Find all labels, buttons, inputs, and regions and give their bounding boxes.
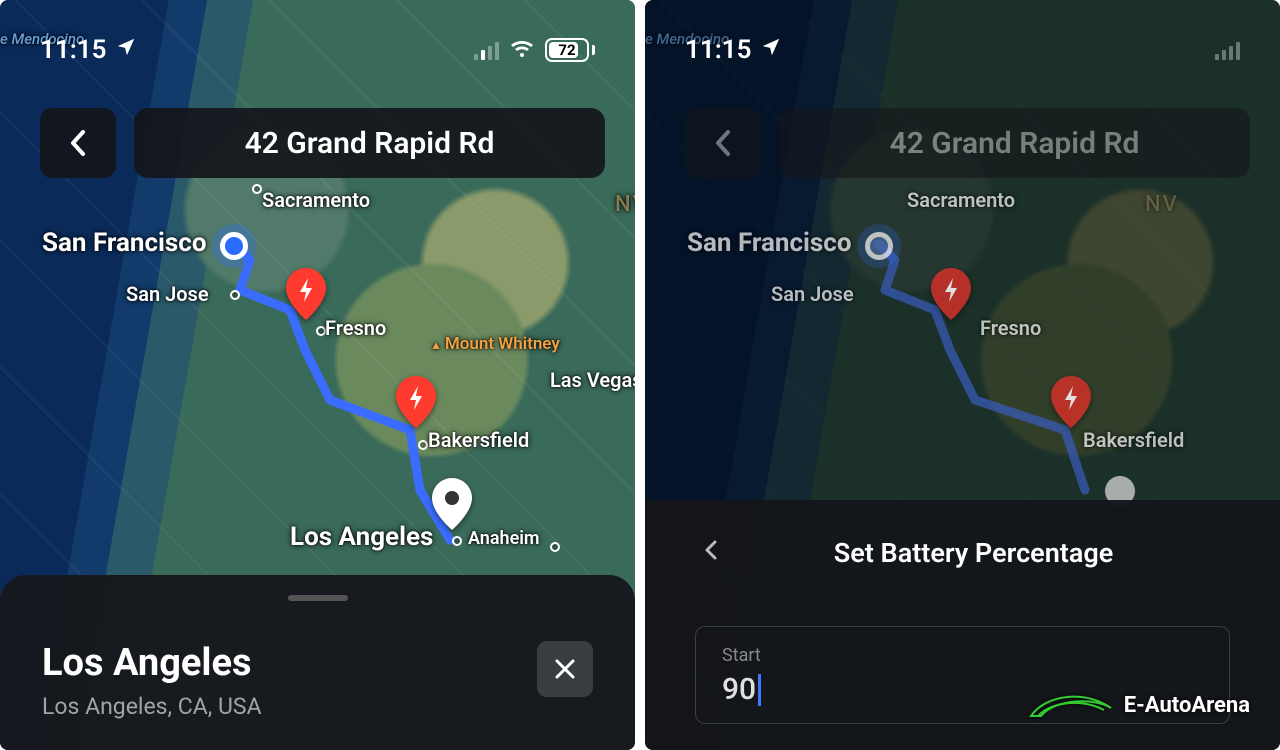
status-time: 11:15 <box>40 35 107 65</box>
back-button[interactable] <box>685 108 761 178</box>
phone-screenshot-right: e Mendocino San Francisco San Jose Sacra… <box>645 0 1280 750</box>
label-las-vegas: Las Vegas <box>550 368 635 392</box>
label-san-jose: San Jose <box>771 282 854 306</box>
destination-pin-icon[interactable] <box>432 478 472 530</box>
battery-indicator: 72 <box>545 38 595 62</box>
label-state-nv: NV <box>615 192 635 217</box>
address-display[interactable]: 42 Grand Rapid Rd <box>779 108 1250 178</box>
status-bar: 11:15 <box>645 28 1280 72</box>
current-location-dot[interactable] <box>865 232 893 260</box>
destination-subtitle: Los Angeles, CA, USA <box>42 693 262 720</box>
city-dot <box>252 184 262 194</box>
label-san-francisco: San Francisco <box>687 228 852 258</box>
text-cursor <box>758 674 761 706</box>
label-state-nv: NV <box>1145 192 1179 217</box>
label-bakersfield: Bakersfield <box>1083 428 1184 452</box>
start-battery-label: Start <box>722 645 1203 666</box>
panel-title: Set Battery Percentage <box>757 537 1190 569</box>
charger-pin-icon[interactable] <box>931 268 971 320</box>
start-battery-value: 90 <box>722 672 756 707</box>
city-dot <box>550 542 560 552</box>
destination-title: Los Angeles <box>42 641 262 685</box>
label-san-francisco: San Francisco <box>42 228 207 258</box>
watermark-logo: E-AutoArena <box>1026 688 1250 722</box>
back-button[interactable] <box>40 108 116 178</box>
location-services-icon <box>760 35 782 65</box>
status-bar: 11:15 72 <box>0 28 635 72</box>
charger-pin-icon[interactable] <box>396 376 436 428</box>
close-button[interactable] <box>537 641 593 697</box>
charger-pin-icon[interactable] <box>286 268 326 320</box>
label-sacramento: Sacramento <box>907 188 1015 212</box>
label-anaheim: Anaheim <box>468 528 540 549</box>
status-time: 11:15 <box>685 35 752 65</box>
location-services-icon <box>115 35 137 65</box>
city-dot <box>230 290 240 300</box>
sheet-drag-handle[interactable] <box>288 595 348 601</box>
label-fresno: Fresno <box>980 316 1041 340</box>
destination-bottom-sheet[interactable]: Los Angeles Los Angeles, CA, USA <box>0 575 635 750</box>
city-dot <box>452 536 462 546</box>
cellular-signal-icon <box>1215 40 1240 60</box>
phone-screenshot-left: e Mendocino San Francisco San Jose Sacra… <box>0 0 635 750</box>
label-mount-whitney: Mount Whitney <box>430 334 560 354</box>
cellular-signal-icon <box>474 40 499 60</box>
charger-pin-icon[interactable] <box>1051 376 1091 428</box>
address-display[interactable]: 42 Grand Rapid Rd <box>134 108 605 178</box>
label-sacramento: Sacramento <box>262 188 370 212</box>
current-location-dot[interactable] <box>220 232 248 260</box>
panel-back-button[interactable] <box>695 530 727 576</box>
label-los-angeles: Los Angeles <box>290 522 433 552</box>
label-bakersfield: Bakersfield <box>428 428 529 452</box>
wifi-icon <box>509 40 535 60</box>
city-dot <box>418 440 428 450</box>
label-san-jose: San Jose <box>126 282 209 306</box>
label-fresno: Fresno <box>325 316 386 340</box>
